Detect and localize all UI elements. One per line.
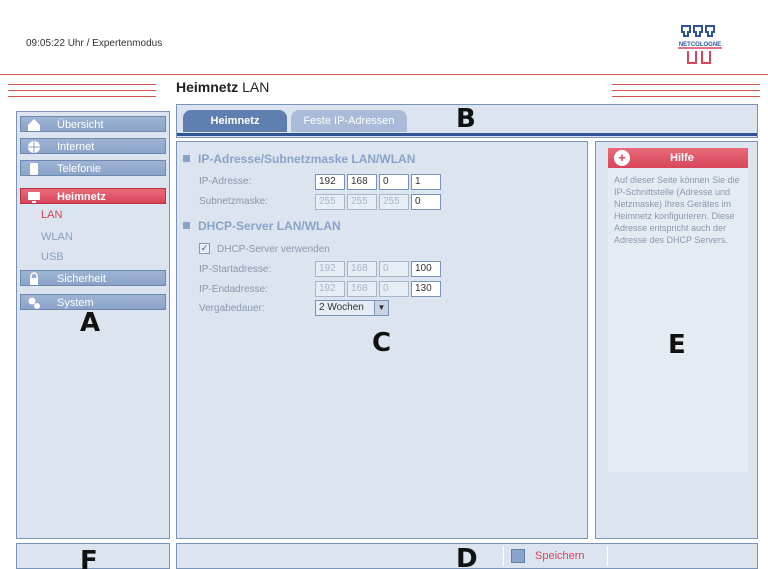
annotation-b: B <box>456 104 476 134</box>
title-rule-left-1 <box>8 84 156 85</box>
help-text: Auf dieser Seite können Sie die IP-Schni… <box>614 175 740 245</box>
start-octet-3: 0 <box>379 261 409 277</box>
annotation-d: D <box>456 544 478 569</box>
sidebar-item-heimnetz[interactable]: Heimnetz <box>20 188 166 204</box>
start-octet-4[interactable]: 100 <box>411 261 441 277</box>
mask-octet-2: 255 <box>347 194 377 210</box>
ip-octet-3[interactable]: 0 <box>379 174 409 190</box>
chevron-down-icon: ▼ <box>374 301 388 315</box>
network-icon <box>28 192 40 203</box>
annotation-a: A <box>80 308 101 338</box>
sidebar-item-telefonie[interactable]: Telefonie <box>20 160 166 176</box>
lease-time-label: Vergabedauer: <box>199 303 265 314</box>
subnet-mask-label: Subnetzmaske: <box>199 196 268 207</box>
plus-icon[interactable]: + <box>614 150 630 166</box>
ip-start-label: IP-Startadresse: <box>199 264 272 275</box>
footer-separator <box>503 546 504 566</box>
title-rule-left-2 <box>8 90 156 91</box>
annotation-f: F <box>80 546 98 569</box>
lease-time-select[interactable]: 2 Wochen ▼ <box>315 300 389 316</box>
help-header: + Hilfe <box>608 148 748 168</box>
sidebar-item-sicherheit[interactable]: Sicherheit <box>20 270 166 286</box>
end-octet-3: 0 <box>379 281 409 297</box>
ip-octet-2[interactable]: 168 <box>347 174 377 190</box>
sidebar-subitem-usb[interactable]: USB <box>41 251 64 263</box>
mask-octet-1: 255 <box>315 194 345 210</box>
sidebar-item-uebersicht[interactable]: Übersicht <box>20 116 166 132</box>
annotation-e: E <box>668 330 686 360</box>
dhcp-checkbox-label: DHCP-Server verwenden <box>217 244 330 255</box>
home-icon <box>28 119 40 131</box>
netcologne-logo: NETCOLOGNE <box>674 22 726 68</box>
gears-icon <box>28 297 40 309</box>
start-octet-2: 168 <box>347 261 377 277</box>
phone-icon <box>30 163 38 175</box>
sidebar-subitem-lan[interactable]: LAN <box>41 209 62 221</box>
title-rule-right-3 <box>612 96 760 97</box>
end-octet-4[interactable]: 130 <box>411 281 441 297</box>
save-button[interactable]: Speichern <box>509 546 601 566</box>
bullet-icon <box>183 222 190 229</box>
header: 09:05:22 Uhr / Expertenmodus NETCOLOGNE <box>0 0 768 78</box>
sidebar-subitem-wlan[interactable]: WLAN <box>41 231 73 243</box>
page-title: Heimnetz LAN <box>176 79 270 95</box>
footer-separator <box>607 546 608 566</box>
bullet-icon <box>183 155 190 162</box>
lock-icon <box>30 272 38 285</box>
tab-heimnetz[interactable]: Heimnetz <box>183 110 287 132</box>
floppy-disk-icon <box>511 549 525 563</box>
dhcp-checkbox[interactable]: ✓ <box>199 243 210 254</box>
title-rule-right-2 <box>612 90 760 91</box>
header-rule <box>0 74 768 75</box>
ip-octet-1[interactable]: 192 <box>315 174 345 190</box>
sidebar-item-internet[interactable]: Internet <box>20 138 166 154</box>
status-text: 09:05:22 Uhr / Expertenmodus <box>26 38 163 49</box>
tab-feste-ip-adressen[interactable]: Feste IP-Adressen <box>291 110 407 132</box>
section-title-dhcp: DHCP-Server LAN/WLAN <box>183 219 341 233</box>
logo-text: NETCOLOGNE <box>679 42 721 48</box>
mask-octet-3: 255 <box>379 194 409 210</box>
mask-octet-4[interactable]: 0 <box>411 194 441 210</box>
ip-end-label: IP-Endadresse: <box>199 284 268 295</box>
title-rule-left-3 <box>8 96 156 97</box>
globe-icon <box>28 141 40 153</box>
start-octet-1: 192 <box>315 261 345 277</box>
section-title-ip: IP-Adresse/Subnetzmaske LAN/WLAN <box>183 152 415 166</box>
ip-address-label: IP-Adresse: <box>199 176 252 187</box>
title-rule-right-1 <box>612 84 760 85</box>
end-octet-1: 192 <box>315 281 345 297</box>
ip-octet-4[interactable]: 1 <box>411 174 441 190</box>
end-octet-2: 168 <box>347 281 377 297</box>
annotation-c: C <box>372 328 392 358</box>
